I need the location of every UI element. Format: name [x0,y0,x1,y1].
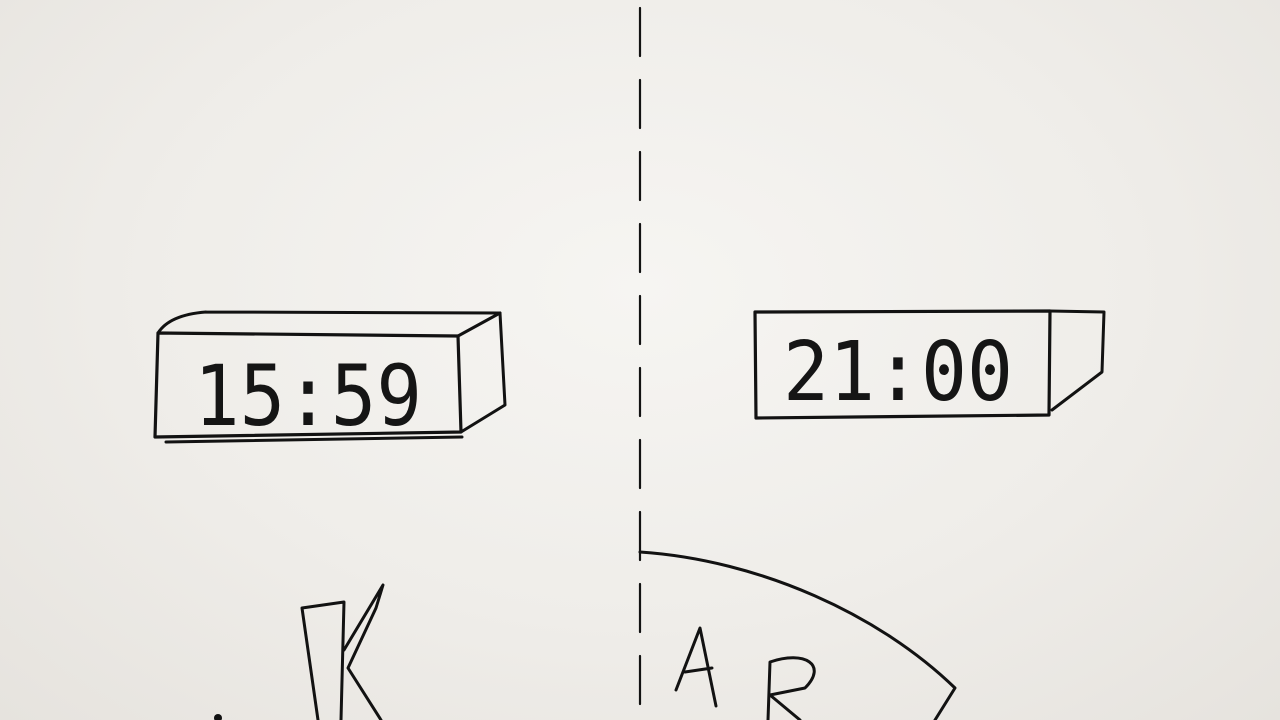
letter-a-text: A [700,698,701,701]
letter-r-outline [766,656,816,720]
left-clock: 15:59 [153,310,507,445]
letter-k-outline [300,583,385,720]
right-clock-side-face [1048,309,1106,412]
right-clock: 21:00 [753,309,1106,420]
letter-r-text: R [790,699,791,701]
bottom-right-sketch [638,550,957,720]
right-clock-display: 21:00 [783,325,1013,420]
sketch-canvas: 15:59 21:00 K A R [153,6,1106,720]
left-clock-display: 15:59 [194,347,422,445]
letter-a-outline [674,626,718,708]
curved-arc-line [638,550,957,720]
letter-k-text: K [330,699,331,701]
ink-dot [214,714,222,720]
bottom-left-sketch [214,583,385,720]
